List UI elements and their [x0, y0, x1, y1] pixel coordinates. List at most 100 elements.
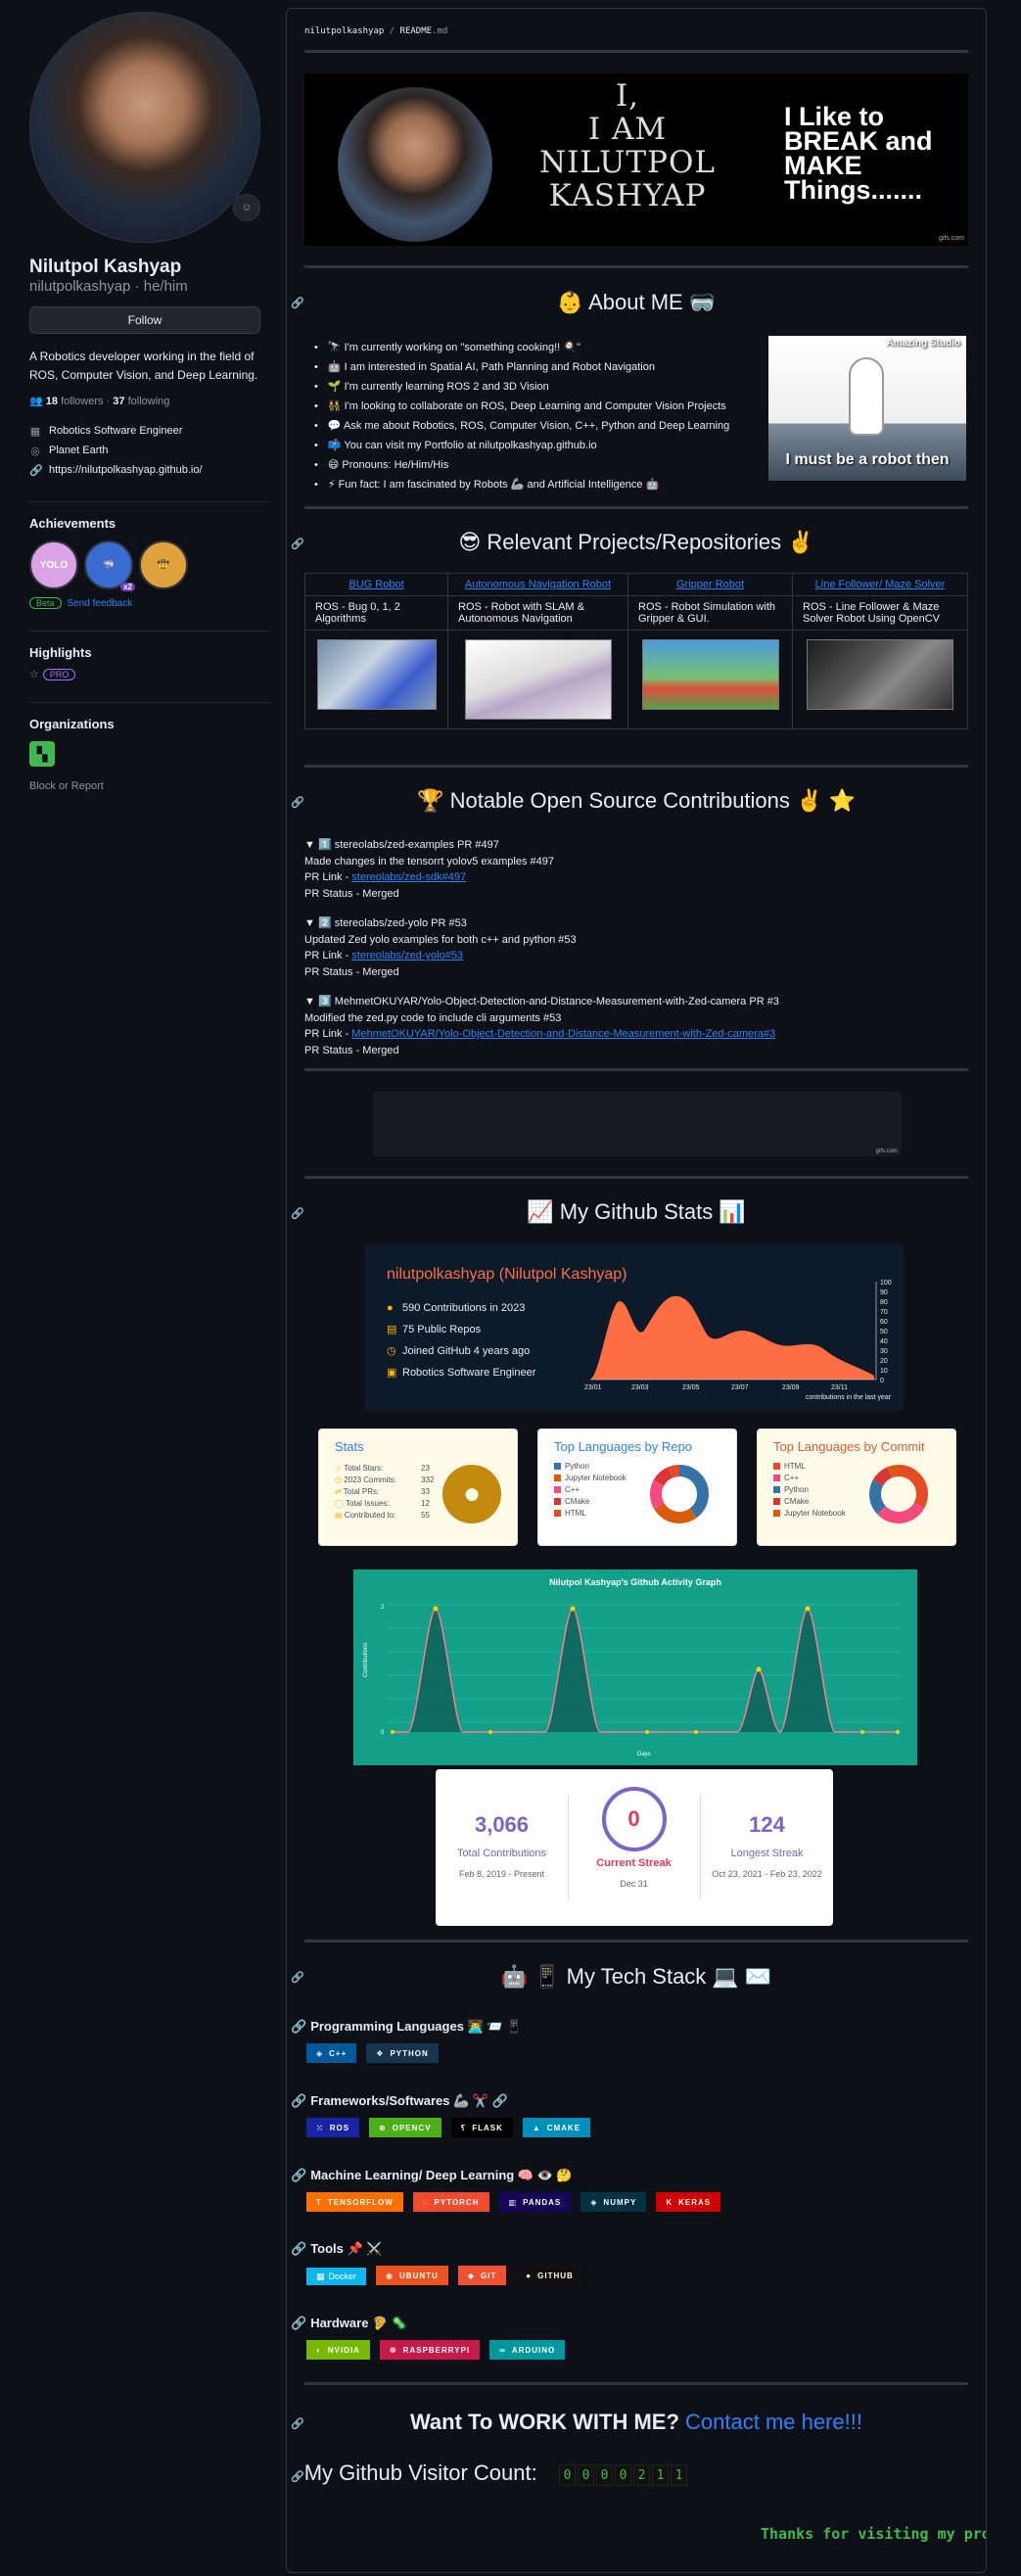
pytorch-badge[interactable]: ◌ PYTORCH — [412, 2192, 489, 2212]
anchor-link-icon[interactable]: 🔗 — [291, 297, 304, 309]
project-link[interactable]: BUG Robot — [348, 579, 403, 590]
octocat-icon: ● — [442, 1465, 501, 1523]
anchor-link-icon[interactable]: 🔗 — [291, 1971, 304, 1984]
tech-heading-tools: 🔗 Tools 📌 ⚔️ — [291, 2241, 383, 2256]
project-link[interactable]: Line Follower/ Maze Solver — [815, 579, 946, 590]
quickdraw-achievement-badge[interactable]: 🤠 — [139, 540, 188, 589]
set-status-button[interactable]: ☺ — [233, 194, 260, 221]
pr-link[interactable]: stereolabs/zed-sdk#497 — [351, 871, 466, 883]
project-screenshot[interactable] — [807, 639, 953, 710]
project-screenshot[interactable] — [464, 639, 612, 720]
path-user-link[interactable]: nilutpolkashyap — [304, 26, 384, 36]
cmake-badge[interactable]: ▲ CMAKE — [522, 2118, 591, 2137]
svg-text:Contributions: Contributions — [363, 1643, 369, 1677]
vcard-website[interactable]: 🔗 https://nilutpolkashyap.github.io/ — [29, 460, 270, 480]
keras-badge[interactable]: K KERAS — [656, 2192, 721, 2212]
contribution-item: ▼ 1️⃣ stereolabs/zed-examples PR #497 Ma… — [304, 837, 554, 900]
github-icon: ● — [387, 1302, 394, 1314]
pull-shark-achievement-badge[interactable]: 🦈 x2 — [84, 540, 135, 591]
block-report-link[interactable]: Block or Report — [29, 780, 270, 792]
badge-row: ⁙ ROS ⊛ OPENCV ⸮ FLASK ▲ CMAKE — [306, 2118, 591, 2137]
highlights-heading: Highlights — [29, 631, 270, 660]
yolo-achievement-badge[interactable]: YOLO — [29, 540, 78, 589]
anchor-link-icon[interactable]: 🔗 — [291, 538, 304, 550]
banner-name-text: I, I AM NILUTPOL KASHYAP — [539, 78, 716, 213]
achievements-heading[interactable]: Achievements — [29, 501, 270, 531]
anchor-link-icon[interactable]: 🔗 — [291, 2417, 304, 2430]
cpp-icon: ◈ — [316, 2048, 324, 2058]
svg-text:20: 20 — [880, 1358, 888, 1365]
raspberrypi-badge[interactable]: ❁ RASPBERRYPI — [379, 2340, 481, 2360]
tensorflow-badge[interactable]: T TENSORFLOW — [306, 2192, 403, 2212]
anchor-link-icon[interactable]: 🔗 — [291, 2168, 306, 2182]
svg-text:23/11: 23/11 — [831, 1384, 848, 1391]
flask-badge[interactable]: ⸮ FLASK — [450, 2118, 513, 2137]
project-desc: ROS - Bug 0, 1, 2 Algorithms — [304, 595, 448, 631]
anchor-link-icon[interactable]: 🔗 — [291, 2241, 306, 2256]
python-badge[interactable]: ❖ PYTHON — [366, 2043, 439, 2063]
svg-text:23/05: 23/05 — [682, 1384, 700, 1391]
anchor-link-icon[interactable]: 🔗 — [291, 796, 304, 809]
badge-row: T TENSORFLOW ◌ PYTORCH ▥ PANDAS ◈ NUMPY K KER… — [306, 2192, 721, 2212]
send-feedback-link[interactable]: Send feedback — [68, 598, 133, 609]
summary-list: ● 590 Contributions in 2023 ▤ 75 Public Re… — [387, 1297, 535, 1383]
docker-badge[interactable]: ▦ Docker — [306, 2268, 367, 2285]
contribution-summary[interactable]: ▼ 1️⃣ stereolabs/zed-examples PR #497 — [304, 837, 554, 854]
numpy-badge[interactable]: ◈ NUMPY — [580, 2192, 647, 2212]
project-desc: ROS - Robot with SLAM & Autonomous Navig… — [447, 595, 628, 631]
pr-link[interactable]: stereolabs/zed-yolo#53 — [351, 950, 463, 961]
anchor-link-icon[interactable]: 🔗 — [291, 1207, 304, 1220]
chart-caption: contributions in the last year — [806, 1394, 892, 1401]
project-screenshot[interactable] — [641, 639, 779, 710]
stats-card-title: Stats — [335, 1439, 364, 1454]
svg-text:23/09: 23/09 — [782, 1384, 800, 1391]
work-with-me-heading: Want To WORK WITH ME? Contact me here!!! — [409, 2410, 863, 2434]
opencv-badge[interactable]: ⊛ OPENCV — [369, 2118, 441, 2137]
anchor-link-icon[interactable]: 🔗 — [291, 2093, 306, 2108]
about-list: 🔭 I'm currently working on "something co… — [314, 338, 755, 494]
follow-button[interactable]: Follow — [29, 306, 260, 334]
pr-link[interactable]: MehmetOKUYAR/Yolo-Object-Detection-and-D… — [351, 1028, 775, 1040]
svg-text:Days: Days — [637, 1752, 651, 1757]
about-item[interactable]: 📫 You can visit my Portfolio at nilutpol… — [314, 436, 755, 455]
organization-avatar[interactable]: ▚ — [29, 741, 55, 767]
nvidia-badge[interactable]: ◐ NVIDIA — [306, 2340, 370, 2360]
anchor-link-icon[interactable]: 🔗 — [291, 2316, 306, 2330]
following-link[interactable]: 37 following — [113, 396, 169, 407]
ros-badge[interactable]: ⁙ ROS — [306, 2118, 360, 2137]
project-link[interactable]: Gripper Robot — [676, 579, 744, 590]
counter-digit: 0 — [559, 2464, 576, 2486]
cpp-badge[interactable]: ◈ C++ — [306, 2043, 357, 2063]
anchor-link-icon[interactable]: 🔗 — [291, 2019, 306, 2034]
visitor-counter: 0 0 0 0 2 1 1 — [559, 2464, 687, 2486]
project-screenshot[interactable] — [316, 639, 437, 710]
arduino-icon: ∞ — [499, 2345, 506, 2355]
divider — [304, 1176, 968, 1179]
contact-link[interactable]: Contact me here!!! — [685, 2410, 862, 2434]
git-badge[interactable]: ◆ GIT — [457, 2266, 507, 2285]
divider — [304, 50, 968, 53]
donut-chart — [650, 1465, 709, 1523]
shark-icon: 🦈 — [102, 559, 116, 571]
achievements-badges: YOLO 🦈 x2 🤠 — [29, 540, 270, 591]
git-icon: ◆ — [467, 2271, 475, 2280]
about-item: 🌱 I'm currently learning ROS 2 and 3D Vi… — [314, 377, 755, 397]
counter-digit: 0 — [596, 2464, 613, 2486]
contribution-summary[interactable]: ▼ 3️⃣ MehmetOKUYAR/Yolo-Object-Detection… — [304, 994, 779, 1010]
contribution-summary[interactable]: ▼ 2️⃣ stereolabs/zed-yolo PR #53 — [304, 915, 577, 932]
counter-digit: 2 — [633, 2464, 650, 2486]
ubuntu-badge[interactable]: ◉ UBUNTU — [376, 2266, 448, 2285]
project-link[interactable]: Autonomous Navigation Robot — [465, 579, 611, 590]
pandas-badge[interactable]: ▥ PANDAS — [498, 2192, 572, 2212]
raspberrypi-icon: ❁ — [389, 2345, 397, 2355]
profile-sidebar: ☺ Nilutpol Kashyap nilutpolkashyap · he/… — [29, 12, 270, 792]
avatar[interactable] — [29, 12, 260, 243]
contributions-heading: 🏆 Notable Open Source Contributions ✌️ ⭐ — [417, 788, 856, 813]
vcard-job: ▦ Robotics Software Engineer — [29, 425, 183, 438]
followers-link[interactable]: 18 followers — [46, 396, 104, 407]
docker-icon: ▦ — [316, 2271, 325, 2281]
cowboy-icon: 🤠 — [157, 559, 170, 571]
github-badge[interactable]: ● GITHUB — [516, 2266, 583, 2285]
anchor-link-icon[interactable]: 🔗 — [291, 2471, 304, 2483]
arduino-badge[interactable]: ∞ ARDUINO — [489, 2340, 566, 2360]
